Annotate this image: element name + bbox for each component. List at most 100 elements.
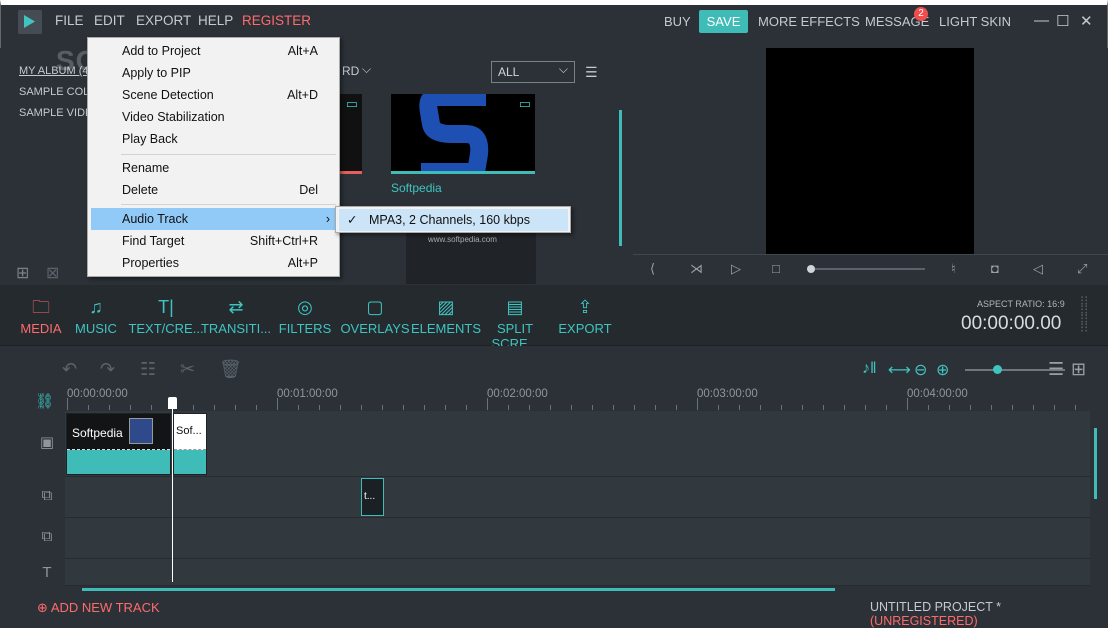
ruler-label: 00:02:00:00 xyxy=(487,388,548,400)
skip-back-icon[interactable]: ⟨ xyxy=(650,261,655,277)
microphone-icon[interactable]: ♮ xyxy=(951,261,956,277)
timeline-horizontal-scrollbar[interactable] xyxy=(82,588,835,591)
grid-icon[interactable]: ⊞ xyxy=(1071,359,1086,380)
audio-mixer-icon[interactable]: ♪ǁ xyxy=(862,360,877,378)
menu-item-label: Properties xyxy=(122,256,179,270)
snap-icon[interactable]: ⛓ xyxy=(35,392,54,410)
submenu-item-audio-stream[interactable]: ✓ MPA3, 2 Channels, 160 kbps xyxy=(339,209,568,231)
play-icon[interactable]: ▷ xyxy=(731,261,741,277)
cut-icon[interactable]: ✂ xyxy=(180,359,195,380)
menu-help[interactable]: HELP xyxy=(198,13,233,28)
adjust-icon[interactable]: ☷ xyxy=(140,359,156,380)
trash-icon[interactable]: 🗑 xyxy=(219,359,242,380)
ruler-tick xyxy=(151,405,152,410)
text-track[interactable] xyxy=(65,559,1090,586)
save-button[interactable]: SAVE xyxy=(699,10,748,33)
menu-item-add-to-project[interactable]: Add to Project Alt+A xyxy=(91,40,338,62)
fit-timeline-icon[interactable]: ⟷ xyxy=(888,360,911,380)
submenu-item-label: MPA3, 2 Channels, 160 kbps xyxy=(369,213,530,227)
timeline-clip-pip[interactable]: t... xyxy=(361,478,384,516)
ruler-tick xyxy=(823,405,824,410)
buy-button[interactable]: BUY xyxy=(664,14,691,29)
stop-icon[interactable]: □ xyxy=(772,261,780,276)
preview-progress-handle[interactable] xyxy=(807,265,815,273)
new-folder-icon[interactable]: ⊞ xyxy=(16,263,29,283)
preview-progress-track[interactable] xyxy=(810,268,925,270)
timeline-clip-softpedia[interactable]: Softpedia xyxy=(66,413,171,475)
volume-icon[interactable]: ◁ xyxy=(1033,261,1043,277)
list-icon[interactable]: ☰ xyxy=(1048,359,1064,380)
media-thumbnail-softpedia[interactable]: ▭ xyxy=(391,94,535,174)
video-track[interactable] xyxy=(65,411,1090,477)
zoom-out-icon[interactable]: ⊖ xyxy=(914,360,927,380)
menu-item-properties[interactable]: Properties Alt+P xyxy=(91,252,338,274)
menu-edit[interactable]: EDIT xyxy=(94,13,125,28)
fullscreen-icon[interactable]: ⤢ xyxy=(1077,261,1087,277)
menu-item-label: Delete xyxy=(122,183,159,197)
music-icon: ♫ xyxy=(89,297,103,317)
close-icon[interactable]: ✕ xyxy=(1080,12,1093,30)
timeline-vertical-scrollbar[interactable] xyxy=(1094,428,1097,499)
tab-elements[interactable]: ▨ ELEMENTS xyxy=(407,296,485,336)
menu-item-play-back[interactable]: Play Back xyxy=(91,128,338,150)
tab-transitions[interactable]: ⇄ TRANSITI... xyxy=(197,296,275,336)
ruler-tick xyxy=(718,405,719,410)
menu-item-apply-to-pip[interactable]: Apply to PIP xyxy=(91,62,338,84)
clip-label: Softpedia xyxy=(72,426,123,440)
add-new-track-button[interactable]: ⊕ ADD NEW TRACK xyxy=(37,600,160,616)
timeline-clip-2[interactable]: Sof... xyxy=(173,413,207,475)
tab-label: MEDIA xyxy=(20,321,62,336)
step-back-icon[interactable]: ⋊ xyxy=(690,261,703,277)
tab-label: MUSIC xyxy=(75,321,117,336)
panel-grip-icon[interactable]: ⁝⁝ ⁝⁝ ⁝⁝ ⁝⁝ xyxy=(1080,294,1088,334)
playhead-handle[interactable] xyxy=(168,397,177,409)
library-scrollbar[interactable] xyxy=(619,110,622,246)
chevron-down-icon[interactable]: ⌵ xyxy=(362,62,371,77)
zoom-in-icon[interactable]: ⊕ xyxy=(936,360,949,380)
more-effects-button[interactable]: MORE EFFECTS xyxy=(758,14,860,29)
menu-item-scene-detection[interactable]: Scene Detection Alt+D xyxy=(91,84,338,106)
ruler-tick xyxy=(235,405,236,410)
ruler-tick xyxy=(697,398,698,410)
tab-filters[interactable]: ◎ FILTERS xyxy=(266,296,344,336)
undo-icon[interactable]: ↶ xyxy=(62,359,77,380)
menu-register[interactable]: REGISTER xyxy=(242,13,311,28)
thumbnail-url-text: www.softpedia.com xyxy=(428,235,497,244)
tab-label: TEXT/CRE... xyxy=(128,321,204,336)
menu-item-find-target[interactable]: Find Target Shift+Ctrl+R xyxy=(91,230,338,252)
pip-track-2[interactable] xyxy=(65,518,1090,559)
ruler-tick xyxy=(781,405,782,410)
list-view-icon[interactable]: ☰ xyxy=(585,64,598,81)
minimize-icon[interactable]: — xyxy=(1034,12,1049,29)
tab-text-credits[interactable]: T| TEXT/CRE... xyxy=(127,296,205,336)
menu-item-audio-track[interactable]: Audio Track › xyxy=(91,208,338,230)
delete-folder-icon[interactable]: ⊠ xyxy=(46,263,59,283)
softpedia-logo-graphic xyxy=(419,94,489,171)
sort-dropdown[interactable]: RD xyxy=(342,64,359,78)
ruler-tick xyxy=(193,405,194,410)
menu-item-label: Video Stabilization xyxy=(122,110,225,124)
tab-split-screen[interactable]: ▤ SPLIT SCRE... xyxy=(476,296,554,351)
redo-icon[interactable]: ↷ xyxy=(100,359,115,380)
menu-item-delete[interactable]: Delete Del xyxy=(91,179,338,201)
playhead[interactable] xyxy=(172,397,173,582)
zoom-slider-handle[interactable] xyxy=(993,365,1002,374)
camera-icon[interactable]: ◘ xyxy=(991,261,999,276)
tab-overlays[interactable]: ▢ OVERLAYS xyxy=(336,296,414,336)
filter-select[interactable]: ALL xyxy=(491,61,575,83)
light-skin-button[interactable]: LIGHT SKIN xyxy=(939,14,1011,29)
menu-item-label: Scene Detection xyxy=(122,88,214,102)
tab-music[interactable]: ♫ MUSIC xyxy=(57,296,135,336)
media-thumbnail-3[interactable]: www.softpedia.com xyxy=(406,232,536,284)
menu-item-video-stabilization[interactable]: Video Stabilization xyxy=(91,106,338,128)
ruler-tick xyxy=(739,405,740,410)
ruler-tick xyxy=(613,405,614,410)
menu-separator xyxy=(121,204,336,205)
menu-export[interactable]: EXPORT xyxy=(136,13,191,28)
maximize-icon[interactable]: ☐ xyxy=(1056,12,1069,30)
menu-file[interactable]: FILE xyxy=(55,13,84,28)
pip-track-1[interactable] xyxy=(65,477,1090,518)
overlay-icon: ▢ xyxy=(366,297,384,317)
tab-export[interactable]: ⇪ EXPORT xyxy=(546,296,624,336)
menu-item-rename[interactable]: Rename xyxy=(91,157,338,179)
